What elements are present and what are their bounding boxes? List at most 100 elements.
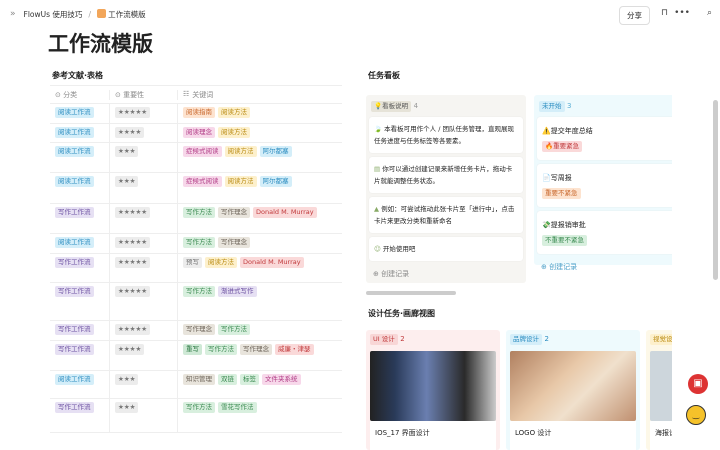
keyword-tag: 阅读方法 [224,176,257,187]
table-row[interactable]: 写作工作流 ★★★★ 重写 写作方法 写作理念 威廉・津瑟 [50,341,342,371]
cell-category[interactable]: 写作工作流 [50,321,110,340]
category-tag: 写作工作流 [55,344,94,355]
cell-category[interactable]: 阅读工作流 [50,143,110,172]
cell-keywords[interactable]: 重写 写作方法 写作理念 威廉・津瑟 [178,341,342,370]
assistant-mascot-icon[interactable]: ‿ [686,405,706,425]
table-row[interactable]: 阅读工作流 ★★★★★ 阅读指南 阅读方法 [50,104,342,124]
keyword-tag: 写作理念 [218,207,250,218]
table-row[interactable]: 阅读工作流 ★★★★ 阅读理念 阅读方法 [50,124,342,143]
importance-stars: ★★★ [115,176,139,187]
cell-keywords[interactable]: 写作理念 写作方法 [178,321,342,340]
header-importance[interactable]: ⊙ 重要性 [110,89,178,100]
header-keywords[interactable]: ☷ 关键词 [178,90,342,100]
cell-category[interactable]: 阅读工作流 [50,104,110,123]
header-category[interactable]: ⊙ 分类 [50,89,110,100]
cell-category[interactable]: 阅读工作流 [50,234,110,253]
table-row[interactable]: 写作工作流 ★★★ 写作方法 雪花写作法 [50,399,342,433]
cell-keywords[interactable]: 知识管理 双链 标签 文件夹系统 [178,371,342,398]
page-vertical-scrollbar[interactable] [713,100,718,280]
cell-importance[interactable]: ★★★★ [110,341,178,370]
cell-category[interactable]: 阅读工作流 [50,124,110,142]
breadcrumb-parent[interactable]: FlowUs 使用技巧 [24,9,83,20]
keyword-tag: 写作方法 [183,207,215,218]
board-card[interactable]: 💸提报销审批 不重要不紧急 [537,211,672,254]
table-row[interactable]: 阅读工作流 ★★★★★ 写作方法 写作理念 [50,234,342,254]
card-text: 例如：可尝试拖动此张卡片至「进行中」，点击卡片来更改分类和重新命名 [374,205,515,225]
table-row[interactable]: 写作工作流 ★★★★★ 预写 阅读方法 Donald M. Murray [50,254,342,283]
keyword-tag: Donald M. Murray [253,207,317,218]
gift-icon[interactable]: ▣ [688,374,708,394]
cell-keywords[interactable]: 写作方法 写作理念 Donald M. Murray [178,204,342,233]
cell-category[interactable]: 写作工作流 [50,341,110,370]
keyword-tag: 预写 [183,257,202,268]
page-title: 工作流模版 [48,32,153,56]
cell-category[interactable]: 写作工作流 [50,254,110,282]
gallery-cover-image[interactable] [650,351,672,421]
table-row[interactable]: 写作工作流 ★★★★★ 写作理念 写作方法 [50,321,342,341]
expand-sidebar-icon[interactable]: » [10,9,16,19]
board-card[interactable]: 📄写周报 重要不紧急 [537,164,672,207]
cell-importance[interactable]: ★★★★★ [110,283,178,320]
cell-keywords[interactable]: 症候式阅读 阅读方法 阿尔都塞 [178,173,342,203]
gallery-cover-image[interactable] [510,351,636,421]
table-row[interactable]: 阅读工作流 ★★★ 症候式阅读 阅读方法 阿尔都塞 [50,143,342,173]
cell-importance[interactable]: ★★★ [110,399,178,432]
cell-keywords[interactable]: 写作方法 写作理念 [178,234,342,253]
table-row[interactable]: 阅读工作流 ★★★ 知识管理 双链 标签 文件夹系统 [50,371,342,399]
cell-keywords[interactable]: 写作方法 渐进式写作 [178,283,342,320]
table-header: ⊙ 分类 ⊙ 重要性 ☷ 关键词 [50,86,342,104]
card-icon: 🍃 [374,125,383,133]
cell-importance[interactable]: ★★★ [110,173,178,203]
priority-tag: 不重要不紧急 [542,235,587,246]
share-button[interactable]: 分享 [619,6,650,25]
gallery-card-title[interactable]: LOGO 设计 [510,421,636,450]
more-icon[interactable]: ••• [674,8,690,18]
cell-category[interactable]: 阅读工作流 [50,371,110,398]
table-row[interactable]: 写作工作流 ★★★★★ 写作方法 渐进式写作 [50,283,342,321]
cell-keywords[interactable]: 阅读理念 阅读方法 [178,124,342,142]
gallery-cover-image[interactable] [370,351,496,421]
search-icon[interactable]: ⌕ [707,8,712,18]
cell-category[interactable]: 阅读工作流 [50,173,110,203]
cell-keywords[interactable]: 症候式阅读 阅读方法 阿尔都塞 [178,143,342,172]
keyword-tag: 症候式阅读 [183,176,222,187]
keyword-tag: 阅读理念 [183,127,215,138]
column-count: 3 [567,102,572,110]
table-row[interactable]: 阅读工作流 ★★★ 症候式阅读 阅读方法 阿尔都塞 [50,173,342,204]
cell-importance[interactable]: ★★★★ [110,124,178,142]
gallery-card-title[interactable]: IOS_17 界面设计 [370,421,496,450]
board-card[interactable]: ▤ 你可以通过创建记录来新增任务卡片，拖动卡片就能调整任务状态。 [369,157,523,193]
breadcrumb-current[interactable]: 工作流模版 [97,8,146,20]
importance-stars: ★★★★★ [115,237,151,248]
cell-category[interactable]: 写作工作流 [50,204,110,233]
cell-keywords[interactable]: 写作方法 雪花写作法 [178,399,342,432]
importance-stars: ★★★★★ [115,257,151,268]
keyword-tag: 标签 [240,374,259,385]
group-count: 2 [400,335,405,343]
cell-keywords[interactable]: 预写 阅读方法 Donald M. Murray [178,254,342,282]
table-row[interactable]: 写作工作流 ★★★★★ 写作方法 写作理念 Donald M. Murray [50,204,342,234]
cell-importance[interactable]: ★★★ [110,143,178,172]
cell-importance[interactable]: ★★★★★ [110,234,178,253]
keyword-tag: 阅读方法 [218,107,250,118]
cell-keywords[interactable]: 阅读指南 阅读方法 [178,104,342,123]
board-column-info: 💡看板说明 4 🍃 本看板可用作个人 / 团队任务管理，直观展现任务进度与任务标… [366,95,526,283]
board-card[interactable]: ☺ 开始使用吧 [369,237,523,261]
bookmark-icon[interactable]: ⊓ [661,8,668,18]
cell-importance[interactable]: ★★★★★ [110,204,178,233]
board-card[interactable]: ▲ 例如：可尝试拖动此张卡片至「进行中」，点击卡片来更改分类和重新命名 [369,197,523,233]
cell-category[interactable]: 写作工作流 [50,283,110,320]
board-horizontal-scrollbar[interactable] [366,291,456,295]
create-record-button[interactable]: ⊕ 创建记录 [537,258,672,276]
cell-importance[interactable]: ★★★★★ [110,254,178,282]
gallery-card-title[interactable]: 海报设 [650,421,672,450]
card-icon: ▲ [374,205,379,213]
board-card[interactable]: 🍃 本看板可用作个人 / 团队任务管理，直观展现任务进度与任务标签等各要素。 [369,117,523,153]
cell-importance[interactable]: ★★★★★ [110,321,178,340]
cell-importance[interactable]: ★★★★★ [110,104,178,123]
board-card[interactable]: ⚠️提交年度总结 🔥重要紧急 [537,117,672,160]
cell-importance[interactable]: ★★★ [110,371,178,398]
create-record-button[interactable]: ⊕ 创建记录 [369,265,523,283]
keyword-tag: 文件夹系统 [262,374,301,385]
cell-category[interactable]: 写作工作流 [50,399,110,432]
